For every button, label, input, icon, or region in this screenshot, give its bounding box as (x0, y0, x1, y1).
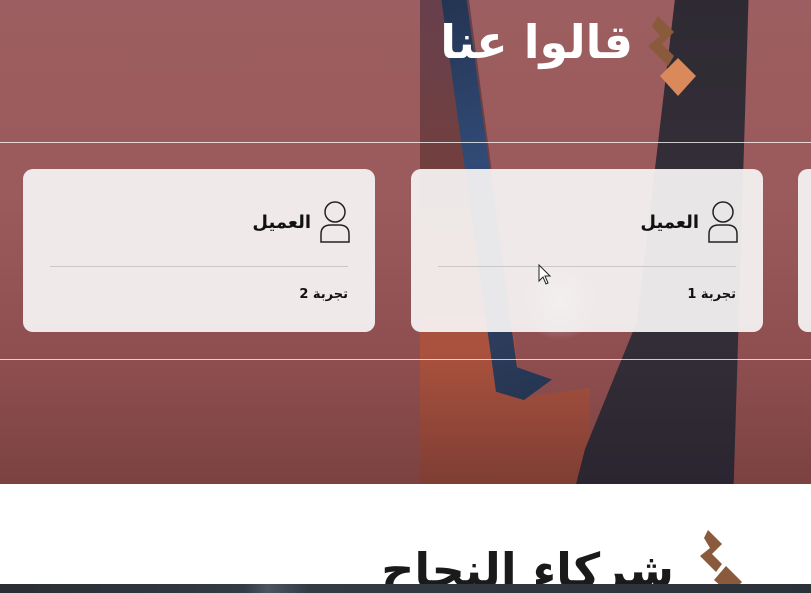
testimonials-section: قالوا عنا العميل تجربة 1 العميل تجربة 2 (0, 0, 811, 484)
card-testimonial-text: تجربة 1 (687, 287, 736, 302)
card-header: العميل (640, 200, 739, 244)
card-divider (50, 266, 348, 267)
mouse-cursor-icon (538, 264, 552, 285)
card-divider (438, 266, 736, 267)
card-testimonial-text: تجربة 2 (299, 287, 348, 302)
carousel-top-divider (0, 142, 811, 143)
partners-logo-strip (0, 584, 811, 593)
carousel-bottom-divider (0, 359, 811, 360)
card-author-name: العميل (640, 211, 699, 233)
testimonial-card-partial[interactable] (798, 169, 811, 332)
brand-accent-icon (648, 16, 696, 96)
user-icon (708, 201, 738, 243)
user-icon (320, 201, 350, 243)
testimonial-card[interactable]: العميل تجربة 2 (23, 169, 375, 332)
card-author-name: العميل (252, 211, 311, 233)
section-title: قالوا عنا (440, 15, 633, 69)
testimonial-card[interactable]: العميل تجربة 1 (411, 169, 763, 332)
card-header: العميل (252, 200, 351, 244)
